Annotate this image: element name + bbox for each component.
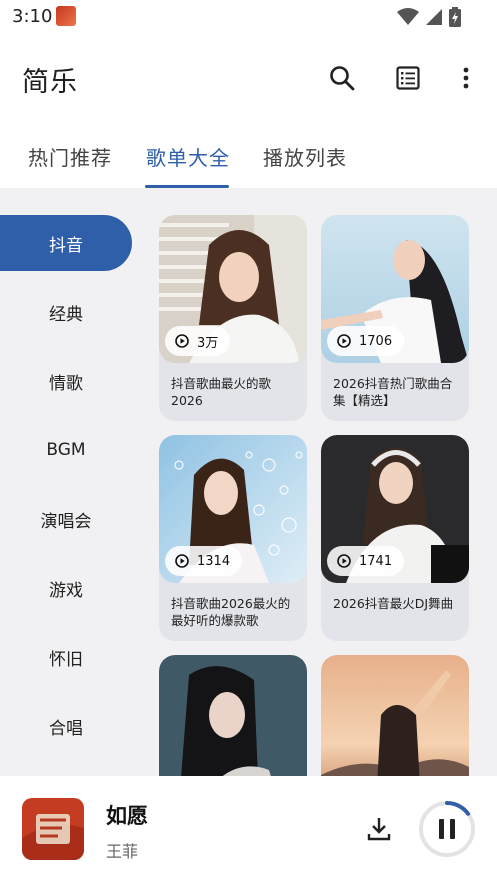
mini-player[interactable]: 如愿 王菲 [0,776,497,884]
album-cover[interactable] [22,798,84,860]
search-button[interactable] [326,62,358,94]
sidebar-item-duet[interactable]: 合唱 [0,698,132,754]
list-icon [396,66,420,90]
download-button[interactable] [364,814,394,848]
play-circle-icon [337,334,351,348]
sidebar-item-love-songs[interactable]: 情歌 [0,353,132,409]
play-circle-icon [175,334,189,348]
list-view-button[interactable] [392,62,424,94]
playlist-name: 抖音歌曲最火的歌2026 [171,376,272,408]
playlist-name: 抖音歌曲2026最火的最好听的爆款歌 [171,596,291,628]
playlist-name: 2026抖音热门歌曲合集【精选】 [333,376,453,408]
playlist-name: 2026抖音最火DJ舞曲 [333,596,454,611]
play-count-badge: 1314 [165,546,243,576]
notification-app-icon [56,6,76,26]
playlist-card[interactable]: 3万 抖音歌曲最火的歌2026 [159,215,307,421]
play-pause-button[interactable] [418,800,476,862]
sidebar-item-game[interactable]: 游戏 [0,560,132,616]
tab-bar: 热门推荐 歌单大全 播放列表 [0,120,497,188]
play-count: 1741 [359,553,393,569]
status-icons [397,7,461,27]
play-circle-icon [175,554,189,568]
sidebar-item-classic[interactable]: 经典 [0,284,132,340]
download-icon [367,818,391,841]
play-count: 3万 [197,335,219,351]
now-playing-title: 如愿 [106,804,148,828]
app-title: 简乐 [22,67,78,98]
tab-play-queue[interactable]: 播放列表 [263,142,347,171]
playlist-card[interactable] [159,655,307,776]
content-area: 抖音 经典 情歌 BGM 演唱会 游戏 怀旧 合唱 3万 抖音歌曲最火的歌202… [0,188,497,776]
play-circle-icon [337,554,351,568]
sidebar-item-concert[interactable]: 演唱会 [0,491,132,547]
playlist-cover [321,655,469,776]
playlist-card[interactable]: 1741 2026抖音最火DJ舞曲 [321,435,469,641]
playlist-card[interactable] [321,655,469,776]
more-vertical-icon [463,67,469,89]
sidebar-item-bgm[interactable]: BGM [0,422,132,478]
playlist-cover [159,655,307,776]
playlist-card[interactable]: 1314 抖音歌曲2026最火的最好听的爆款歌 [159,435,307,641]
tab-hot[interactable]: 热门推荐 [28,142,112,171]
battery-icon [449,7,461,27]
status-bar: 3:10 [0,0,497,36]
play-count-badge: 1741 [327,546,405,576]
pause-icon [439,819,455,839]
search-icon [330,66,355,91]
status-time: 3:10 [12,6,53,27]
sidebar-item-nostalgic[interactable]: 怀旧 [0,629,132,685]
wifi-icon [397,8,419,25]
signal-icon [426,9,442,25]
more-button[interactable] [450,62,482,94]
play-count-badge: 1706 [327,326,405,356]
play-count: 1706 [359,333,393,349]
app-bar: 简乐 [0,36,497,120]
play-count: 1314 [197,553,231,569]
tab-playlists[interactable]: 歌单大全 [146,142,230,171]
now-playing-artist: 王菲 [106,842,139,861]
playlist-card[interactable]: 1706 2026抖音热门歌曲合集【精选】 [321,215,469,421]
sidebar-item-douyin[interactable]: 抖音 [0,215,132,271]
play-count-badge: 3万 [165,326,231,356]
category-sidebar: 抖音 经典 情歌 BGM 演唱会 游戏 怀旧 合唱 [0,188,140,776]
